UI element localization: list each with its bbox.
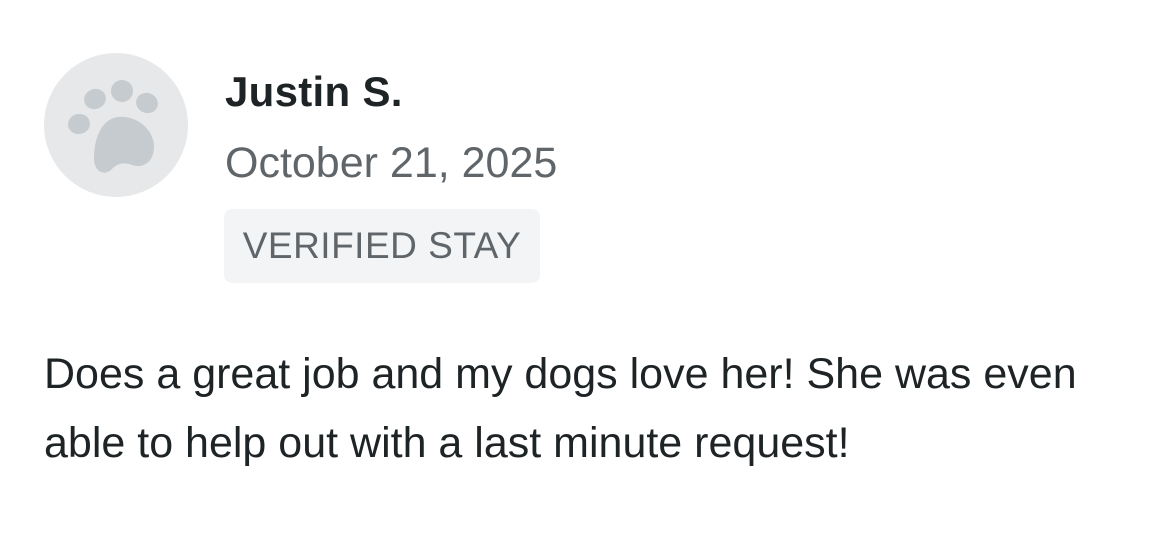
review-text: Does a great job and my dogs love her! S… — [44, 350, 1077, 467]
review-date: October 21, 2025 — [225, 139, 558, 187]
paw-icon — [68, 80, 158, 173]
reviewer-avatar — [44, 53, 188, 197]
reviewer-name: Justin S. — [225, 68, 403, 115]
review-card: Justin S. October 21, 2025 VERIFIED STAY… — [0, 0, 1164, 538]
badge-label: VERIFIED STAY — [242, 225, 522, 266]
verified-stay-badge: VERIFIED STAY — [224, 209, 540, 283]
